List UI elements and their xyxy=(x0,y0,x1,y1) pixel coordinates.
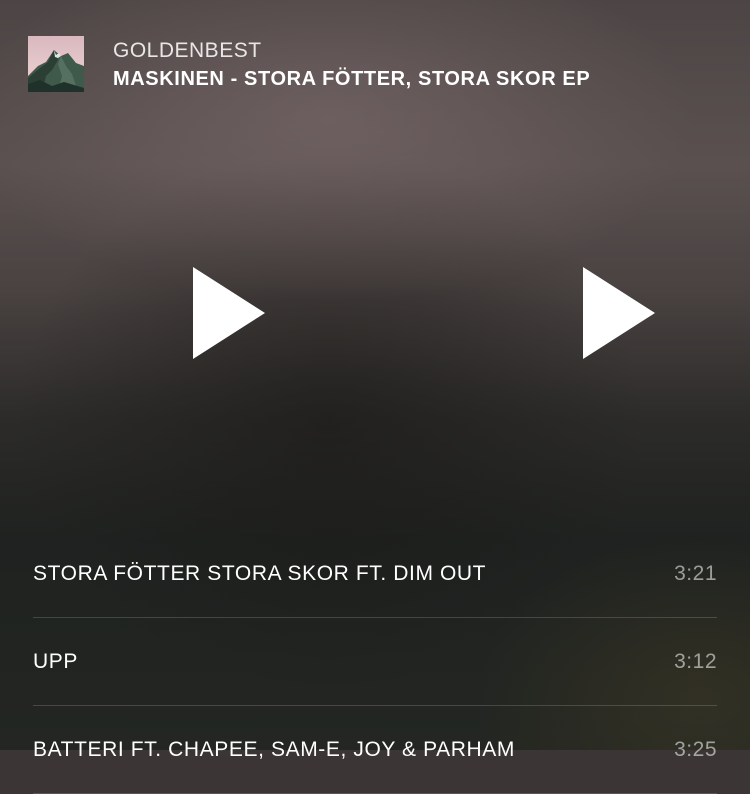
track-list: STORA FÖTTER STORA SKOR FT. DIM OUT 3:21… xyxy=(33,530,717,794)
track-duration: 3:12 xyxy=(674,649,717,673)
album-title[interactable]: MASKINEN - STORA FÖTTER, STORA SKOR EP xyxy=(113,65,590,93)
play-button-right[interactable] xyxy=(583,267,655,359)
album-artwork[interactable] xyxy=(28,36,84,92)
now-playing-header: GOLDENBEST MASKINEN - STORA FÖTTER, STOR… xyxy=(28,36,590,93)
mountain-artwork-icon xyxy=(28,36,84,92)
artist-name[interactable]: GOLDENBEST xyxy=(113,38,590,64)
play-icon xyxy=(583,267,655,359)
track-title: STORA FÖTTER STORA SKOR FT. DIM OUT xyxy=(33,561,487,585)
play-button-left[interactable] xyxy=(193,267,265,359)
track-row[interactable]: UPP 3:12 xyxy=(33,618,717,706)
track-title: UPP xyxy=(33,649,78,673)
track-row[interactable]: BATTERI FT. CHAPEE, SAM-E, JOY & PARHAM … xyxy=(33,706,717,794)
track-row[interactable]: STORA FÖTTER STORA SKOR FT. DIM OUT 3:21 xyxy=(33,530,717,618)
play-icon xyxy=(193,267,265,359)
track-info: GOLDENBEST MASKINEN - STORA FÖTTER, STOR… xyxy=(113,38,590,93)
track-duration: 3:21 xyxy=(674,561,717,585)
